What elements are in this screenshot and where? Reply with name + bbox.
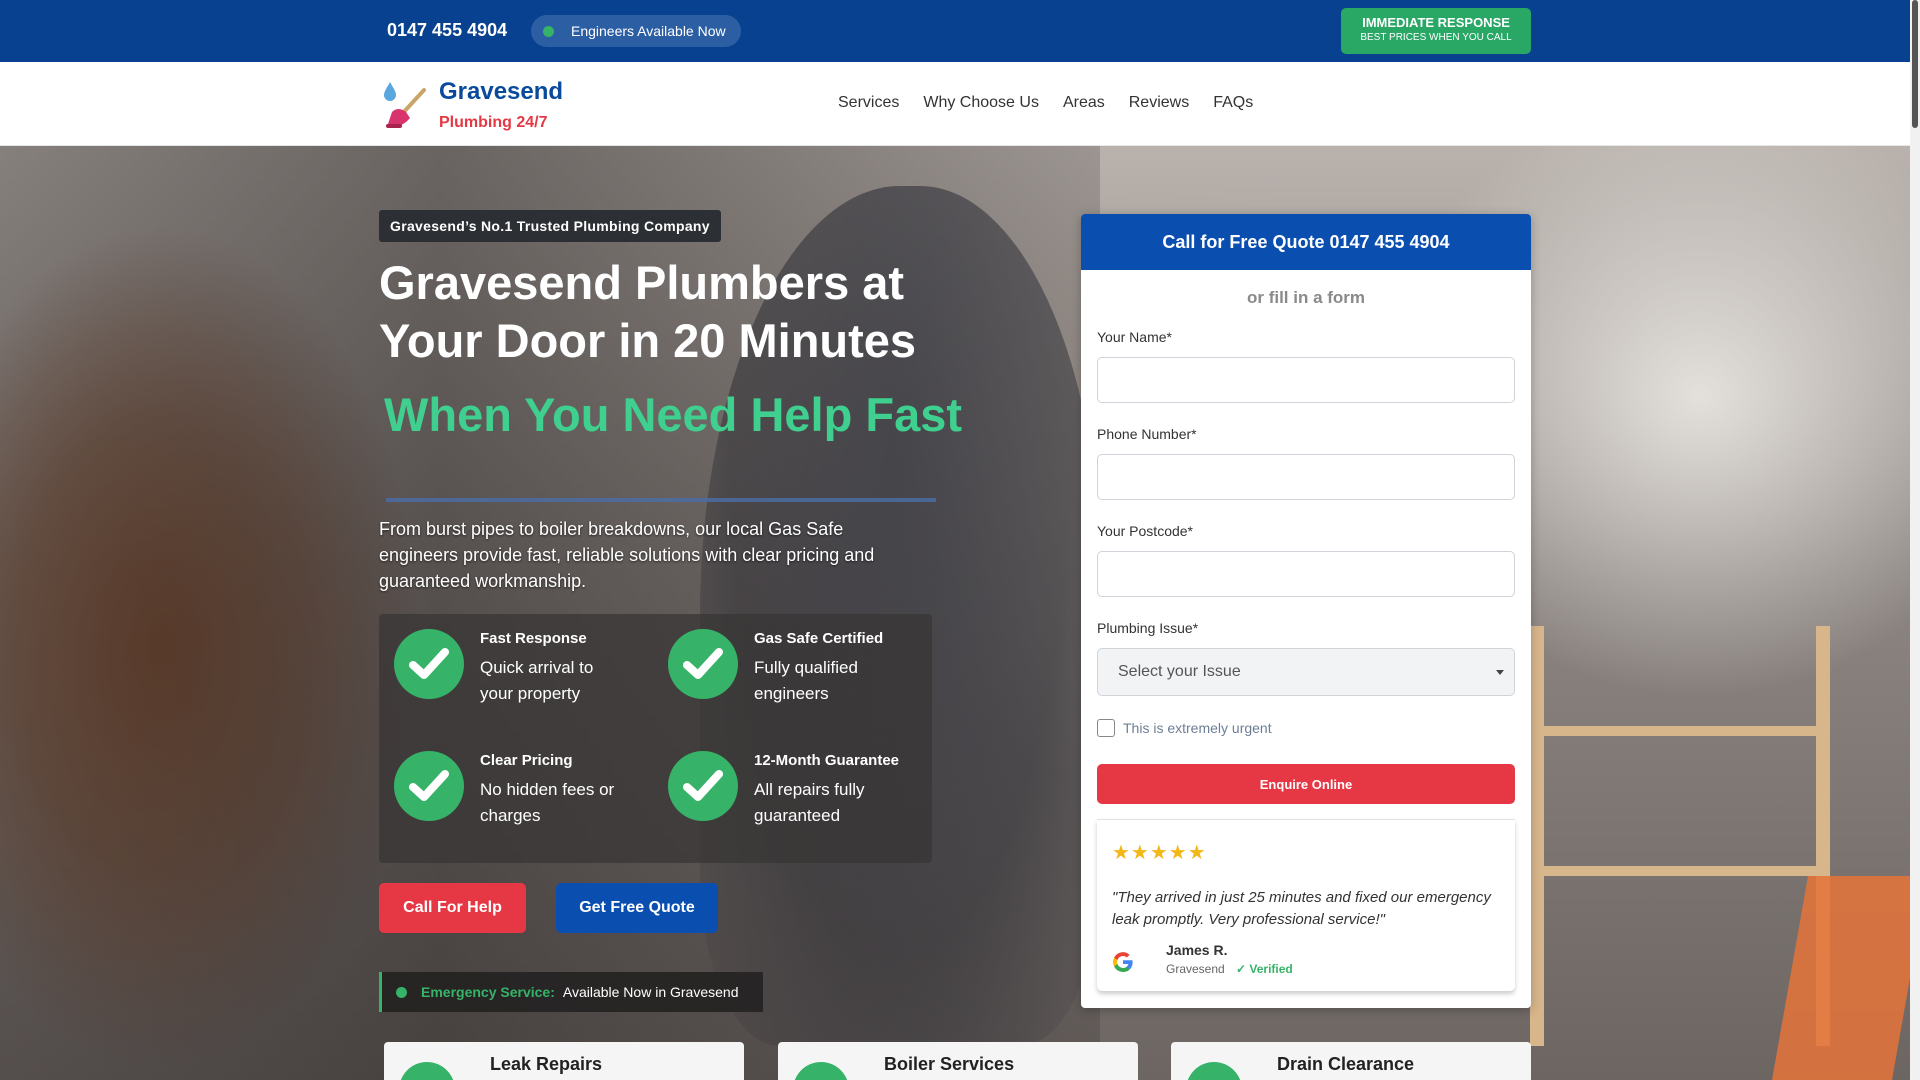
service-title: Boiler Services [884,1054,1015,1074]
brand-tagline: Plumbing 24/7 [439,114,548,131]
check-circle-icon [668,751,738,821]
issue-select-value: Select your Issue [1118,663,1241,680]
plunger-droplet-icon[interactable] [380,80,430,132]
get-free-quote-button[interactable]: Get Free Quote [556,883,718,933]
google-icon [1113,952,1133,972]
verified-badge: ✓ Verified [1236,962,1293,976]
chevron-down-icon [1496,670,1504,675]
review-card: ★★★★★ "They arrived in just 25 minutes a… [1097,819,1515,991]
emergency-banner: Emergency Service: Available Now in Grav… [379,972,763,1012]
reviewer-name: James R. [1166,942,1228,958]
service-title: Leak Repairs [490,1054,603,1074]
availability-badge: Engineers Available Now [531,15,741,47]
hero-title: Gravesend Plumbers at Your Door in 20 Mi… [379,256,917,367]
hero-highlight: When You Need Help Fast [384,388,962,441]
emergency-text: Available Now in Gravesend [562,984,739,1000]
hero-lead: From burst pipes to boiler breakdowns, o… [379,519,875,591]
postcode-label: Your Postcode* [1097,523,1193,539]
form-subheader: or fill in a form [1246,288,1366,307]
feature-item: 12-Month Guarantee All repairs fully gua… [653,736,903,825]
feature-title: Clear Pricing [480,752,573,769]
nav-item-reviews[interactable]: Reviews [1129,94,1189,112]
scrollbar-thumb[interactable] [1912,0,1918,128]
availability-text: Engineers Available Now [571,23,726,39]
feature-title: 12-Month Guarantee [754,752,900,769]
service-card-leak-repairs[interactable]: Leak Repairs [384,1042,744,1080]
urgent-label[interactable]: This is extremely urgent [1123,720,1272,736]
nav-item-services[interactable]: Services [838,94,899,112]
feature-desc: No hidden fees or charges [480,780,615,825]
nav-menu: Services Why Choose Us Areas Reviews FAQ… [838,94,1253,112]
reviewer-location: Gravesend [1166,962,1225,976]
feature-desc: All repairs fully guaranteed [754,780,865,825]
review-quote: "They arrived in just 25 minutes and fix… [1112,889,1491,928]
quote-form-card: Call for Free Quote 0147 455 4904 or fil… [1081,214,1531,1008]
postcode-input[interactable] [1097,551,1515,597]
issue-label: Plumbing Issue* [1097,620,1199,636]
phone-label: Phone Number* [1097,426,1197,442]
status-dot-icon [543,26,554,37]
feature-title: Gas Safe Certified [754,630,884,647]
scrollbar[interactable] [1910,0,1920,1080]
feature-item: Gas Safe Certified Fully qualified engin… [653,614,903,703]
main-nav: Gravesend Plumbing 24/7 Services Why Cho… [0,62,1910,146]
immediate-response-subtitle: BEST PRICES WHEN YOU CALL [1360,32,1512,43]
top-bar: 0147 455 4904 Engineers Available Now IM… [0,0,1920,62]
service-card-drain-clearance[interactable]: Drain Clearance [1171,1042,1531,1080]
enquire-online-button[interactable]: Enquire Online [1097,764,1515,804]
emergency-label: Emergency Service: [421,984,555,1000]
immediate-response-button[interactable]: IMMEDIATE RESPONSE BEST PRICES WHEN YOU … [1341,8,1531,54]
urgent-checkbox[interactable] [1097,719,1115,737]
hero-background-shelf [1530,626,1830,1046]
form-call-header[interactable]: Call for Free Quote 0147 455 4904 [1081,214,1531,270]
phone-input[interactable] [1097,454,1515,500]
nav-item-areas[interactable]: Areas [1063,94,1105,112]
immediate-response-title: IMMEDIATE RESPONSE [1362,15,1510,30]
call-for-help-button[interactable]: Call For Help [379,883,526,933]
feature-desc: Fully qualified engineers [754,658,858,703]
check-circle-icon [394,751,464,821]
check-circle-icon [1186,1062,1242,1080]
check-circle-icon [394,629,464,699]
feature-desc: Quick arrival to your property [480,658,594,703]
features-panel: Fast Response Quick arrival to your prop… [379,614,932,863]
rating-stars-icon: ★★★★★ [1112,842,1207,864]
name-input[interactable] [1097,357,1515,403]
brand-name[interactable]: Gravesend [439,78,563,106]
feature-item: Fast Response Quick arrival to your prop… [379,614,629,703]
top-phone-link[interactable]: 0147 455 4904 [387,20,507,41]
feature-title: Fast Response [480,630,587,647]
service-card-boiler-services[interactable]: Boiler Services [778,1042,1138,1080]
hero-section: Gravesend’s No.1 Trusted Plumbing Compan… [0,146,1910,1080]
name-label: Your Name* [1097,329,1172,345]
hero-badge: Gravesend’s No.1 Trusted Plumbing Compan… [379,210,721,242]
service-title: Drain Clearance [1277,1054,1415,1074]
check-circle-icon [668,629,738,699]
status-dot-icon [396,986,407,998]
hero-underline [386,498,936,502]
check-circle-icon [793,1062,849,1080]
nav-item-faqs[interactable]: FAQs [1213,94,1253,112]
nav-item-why-choose-us[interactable]: Why Choose Us [923,94,1039,112]
feature-item: Clear Pricing No hidden fees or charges [379,736,629,825]
check-circle-icon [399,1062,455,1080]
issue-select[interactable]: Select your Issue [1097,648,1515,696]
